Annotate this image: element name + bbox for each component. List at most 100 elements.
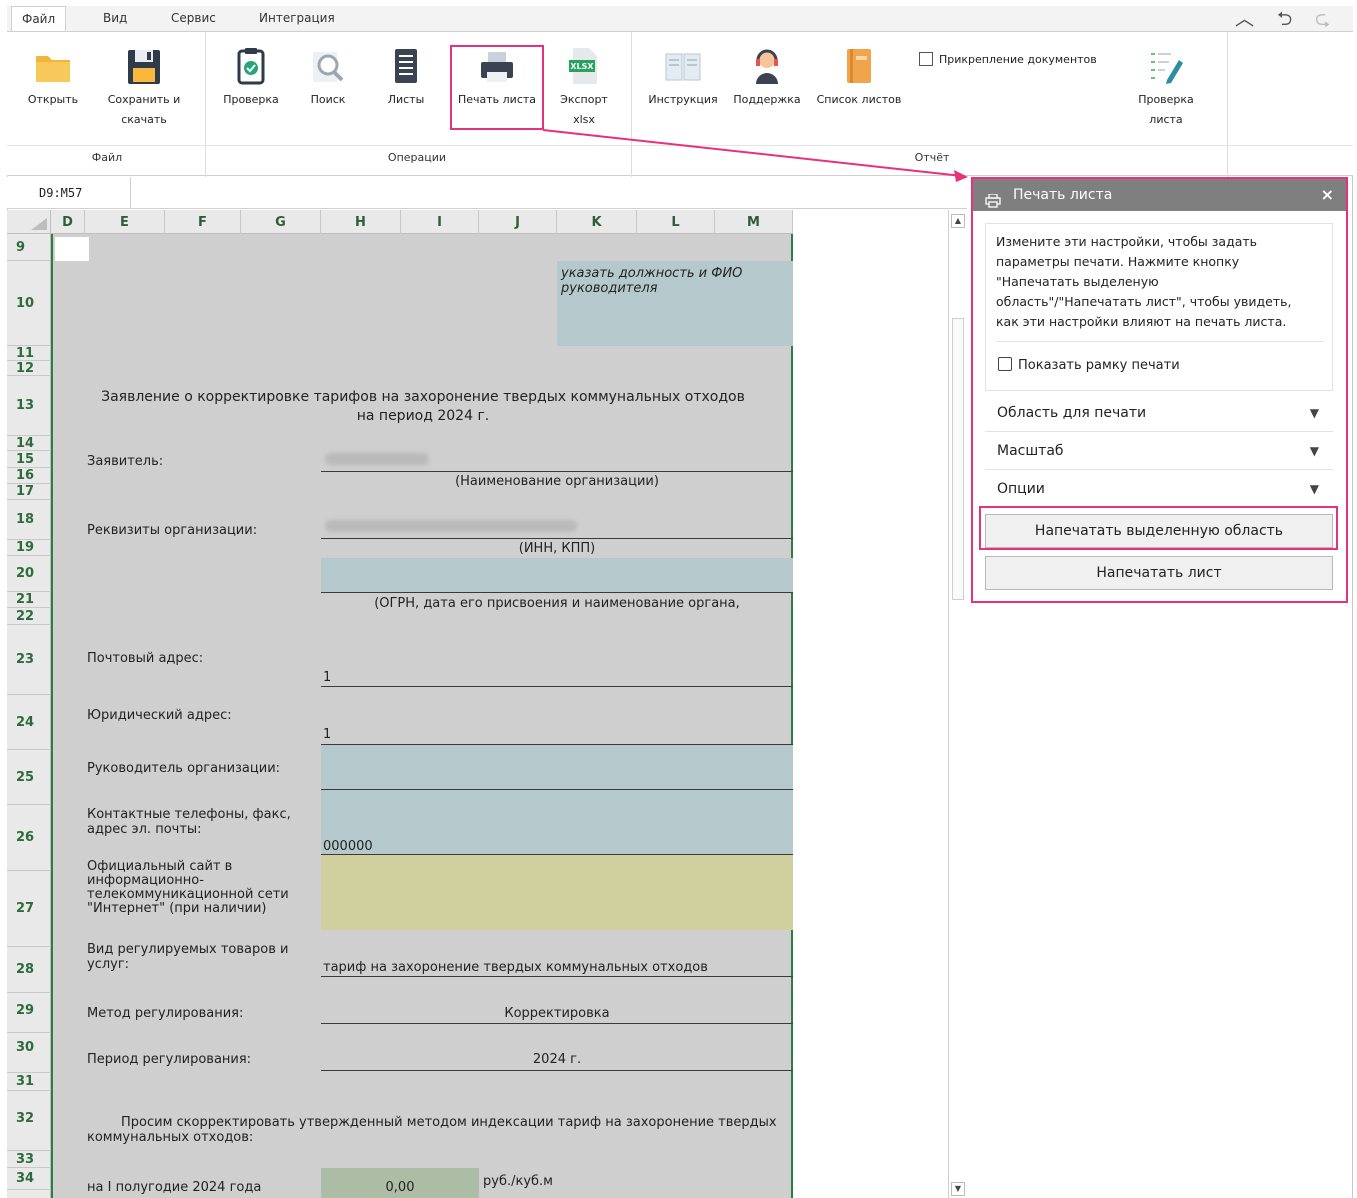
checkbox-box[interactable] <box>998 357 1012 371</box>
column-header[interactable]: H <box>321 210 401 234</box>
column-header[interactable]: I <box>401 210 479 234</box>
goods-value[interactable]: тариф на захоронение твердых коммунальны… <box>323 960 708 975</box>
print-button-highlight <box>450 45 544 130</box>
row-header[interactable]: 13 <box>7 376 51 436</box>
print-sheet-button[interactable]: Напечатать лист <box>985 556 1333 590</box>
sheets-button[interactable]: Листы <box>379 46 433 110</box>
row-header[interactable]: 19 <box>7 540 51 556</box>
contacts-input-cell[interactable] <box>321 790 793 855</box>
redo-icon[interactable]: ⮎ <box>1315 9 1330 29</box>
label-website: Официальный сайт в информационно- телеко… <box>87 859 289 916</box>
method-value[interactable]: Корректировка <box>321 1006 793 1021</box>
name-box[interactable]: D9:M57 <box>7 177 131 209</box>
hint-ogrn: (ОГРН, дата его присвоения и наименовани… <box>374 596 740 611</box>
active-cell[interactable] <box>55 237 89 261</box>
column-header[interactable]: J <box>479 210 557 234</box>
row-header[interactable]: 18 <box>7 500 51 540</box>
ribbon: Открыть Сохранить и скачать Проверка Пои… <box>7 31 1353 177</box>
scrollbar-thumb[interactable] <box>952 318 964 600</box>
legal-address-value[interactable]: 1 <box>323 727 331 742</box>
redacted-org-name <box>325 453 429 465</box>
tab-file[interactable]: Файл <box>11 6 67 32</box>
checkbox-box[interactable] <box>919 52 933 66</box>
row-header[interactable]: 26 <box>7 805 51 871</box>
column-header[interactable]: G <box>241 210 321 234</box>
row-header[interactable]: 12 <box>7 361 51 376</box>
underline <box>321 686 793 687</box>
head-hint-cell[interactable]: указать должность и ФИО руководителя <box>561 266 781 296</box>
print-selection-highlight <box>979 506 1338 550</box>
export-xlsx-button[interactable]: XLSX Экспорт xlsx <box>551 46 617 130</box>
column-header[interactable]: D <box>51 210 85 234</box>
underline <box>321 592 793 593</box>
row-header[interactable]: 11 <box>7 346 51 361</box>
open-button[interactable]: Открыть <box>21 46 85 110</box>
row-header[interactable]: 25 <box>7 750 51 805</box>
row-header[interactable]: 31 <box>7 1073 51 1091</box>
row-header[interactable]: 23 <box>7 625 51 695</box>
ogrn-input-cell[interactable] <box>321 558 793 592</box>
row-header[interactable]: 34 <box>7 1168 51 1190</box>
label-postal-address: Почтовый адрес: <box>87 651 204 666</box>
column-header[interactable]: K <box>557 210 637 234</box>
column-header[interactable]: E <box>85 210 165 234</box>
row-header[interactable]: 29 <box>7 993 51 1033</box>
head-org-input-cell[interactable] <box>321 745 793 789</box>
column-header[interactable]: L <box>637 210 715 234</box>
row-header[interactable]: 21 <box>7 592 51 608</box>
half1-value[interactable]: 0,00 <box>321 1180 479 1195</box>
check-sheet-button[interactable]: Проверка листа <box>1131 46 1201 130</box>
row-headers: 9 10 11 12 13 14 15 16 17 18 19 20 21 22… <box>7 234 51 1198</box>
accordion-print-area[interactable]: Область для печати ▼ <box>985 394 1333 432</box>
sheet-list-button[interactable]: Список листов <box>811 46 907 110</box>
period-value[interactable]: 2024 г. <box>321 1052 793 1067</box>
row-header[interactable]: 27 <box>7 871 51 947</box>
search-button[interactable]: Поиск <box>301 46 355 110</box>
row-header[interactable]: 17 <box>7 484 51 500</box>
attach-documents-checkbox[interactable]: Прикрепление документов <box>919 52 1097 66</box>
row-header[interactable]: 20 <box>7 556 51 592</box>
hint-inn-kpp: (ИНН, КПП) <box>518 541 596 556</box>
row-header[interactable]: 24 <box>7 695 51 750</box>
manual-button[interactable]: Инструкция <box>643 46 723 110</box>
tab-integration[interactable]: Интеграция <box>249 6 345 32</box>
selected-range[interactable]: указать должность и ФИО руководителя Зая… <box>51 234 793 1198</box>
row-header[interactable]: 32 <box>7 1091 51 1151</box>
check-button[interactable]: Проверка <box>219 46 283 110</box>
print-info-box: Измените эти настройки, чтобы задать пар… <box>985 223 1333 391</box>
row-header[interactable]: 14 <box>7 436 51 451</box>
row-header[interactable]: 15 <box>7 451 51 468</box>
support-button[interactable]: Поддержка <box>729 46 805 110</box>
label-legal-address: Юридический адрес: <box>87 708 232 723</box>
row-header[interactable]: 22 <box>7 608 51 625</box>
request-text: Просим скорректировать утвержденный мето… <box>87 1115 777 1145</box>
chevron-down-icon: ▼ <box>1309 482 1319 496</box>
website-input-cell[interactable] <box>321 855 793 930</box>
row-header[interactable]: 30 <box>7 1033 51 1073</box>
collapse-ribbon-icon[interactable]: ︿ <box>1235 9 1254 29</box>
row-header[interactable]: 9 <box>7 234 51 261</box>
scroll-up-icon[interactable]: ▲ <box>951 214 965 228</box>
label-contacts: Контактные телефоны, факс, адрес эл. поч… <box>87 807 291 837</box>
select-all-corner[interactable] <box>7 210 51 234</box>
row-header[interactable]: 28 <box>7 947 51 993</box>
row-header[interactable]: 33 <box>7 1151 51 1168</box>
show-print-frame-checkbox[interactable]: Показать рамку печати <box>998 357 1180 373</box>
label-method: Метод регулирования: <box>87 1006 244 1021</box>
divider <box>996 341 1324 342</box>
postal-address-value[interactable]: 1 <box>323 670 331 685</box>
contacts-value[interactable]: 000000 <box>323 839 373 854</box>
accordion-scale[interactable]: Масштаб ▼ <box>985 432 1333 470</box>
column-header[interactable]: F <box>165 210 241 234</box>
row-header[interactable]: 10 <box>7 261 51 346</box>
row-header[interactable]: 16 <box>7 468 51 484</box>
accordion-options[interactable]: Опции ▼ <box>985 470 1333 508</box>
save-download-button[interactable]: Сохранить и скачать <box>99 46 189 130</box>
scroll-down-icon[interactable]: ▼ <box>951 1182 965 1196</box>
tab-service[interactable]: Сервис <box>161 6 226 32</box>
close-icon[interactable]: × <box>1321 179 1334 211</box>
column-header[interactable]: M <box>715 210 793 234</box>
vertical-scrollbar[interactable]: ▲ ▼ <box>948 210 967 1198</box>
tab-view[interactable]: Вид <box>93 6 137 32</box>
undo-icon[interactable]: ⮌ <box>1277 9 1292 29</box>
